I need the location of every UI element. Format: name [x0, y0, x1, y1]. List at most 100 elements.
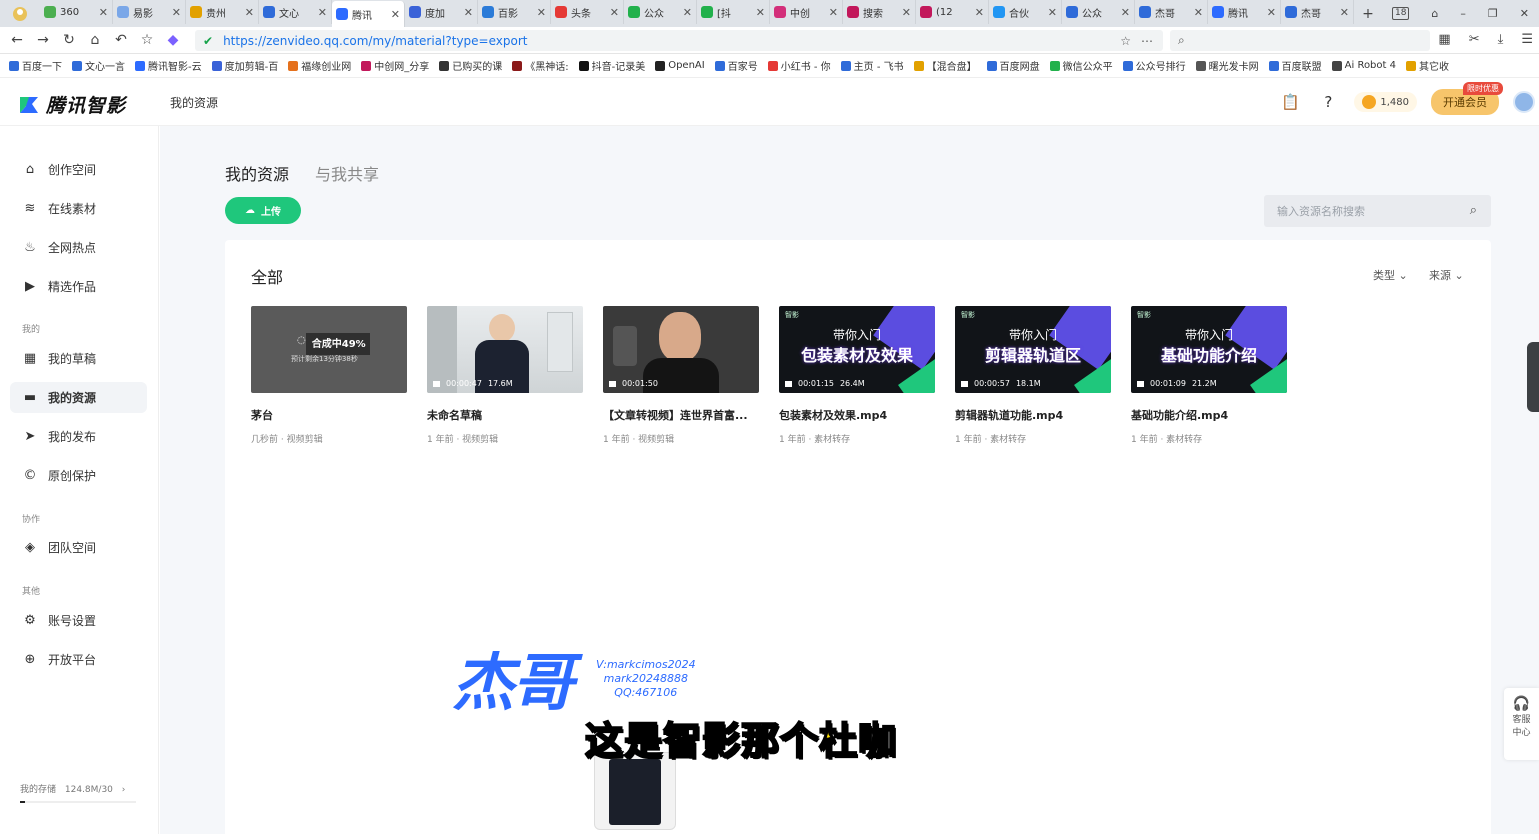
bookmark-item[interactable]: 已购买的课: [436, 58, 505, 73]
side-drawer-handle[interactable]: [1527, 342, 1539, 412]
close-tab-icon[interactable]: ✕: [318, 6, 327, 19]
tab-my-resources[interactable]: 我的资源: [225, 161, 289, 185]
customer-service-button[interactable]: 🎧 客服 中心: [1504, 688, 1539, 760]
sidebar-item-team-space[interactable]: ◈ 团队空间: [10, 532, 147, 563]
card-thumbnail[interactable]: 智影 带你入门 剪辑器轨道区 00:00:57 18.1M: [955, 306, 1111, 393]
close-tab-icon[interactable]: ✕: [172, 6, 181, 19]
bookmark-item[interactable]: 主页 - 飞书: [838, 58, 907, 73]
browser-tab[interactable]: 文心 ✕: [259, 0, 332, 24]
sidebar-item-online-assets[interactable]: ≋ 在线素材: [10, 193, 147, 224]
browser-tab[interactable]: 贵州 ✕: [186, 0, 259, 24]
filter-source-dropdown[interactable]: 来源 ⌄: [1429, 267, 1464, 283]
browser-tab[interactable]: 度加 ✕: [405, 0, 478, 24]
close-tab-icon[interactable]: ✕: [975, 6, 984, 19]
close-tab-icon[interactable]: ✕: [1194, 6, 1203, 19]
sidebar-item-featured-works[interactable]: ▶ 精选作品: [10, 271, 147, 302]
card-title[interactable]: 剪辑器轨道功能.mp4: [955, 407, 1111, 423]
card-title[interactable]: 包装素材及效果.mp4: [779, 407, 935, 423]
undo-icon[interactable]: ↶: [108, 32, 134, 48]
resource-search-input[interactable]: 输入资源名称搜索 ⌕: [1264, 195, 1491, 227]
bookmark-item[interactable]: 抖音-记录美: [576, 58, 649, 73]
task-clipboard-icon[interactable]: 📋: [1278, 90, 1302, 114]
bookmark-item[interactable]: OpenAI: [652, 60, 708, 71]
download-icon[interactable]: ⤓: [1498, 32, 1504, 47]
close-tab-icon[interactable]: ✕: [464, 6, 473, 19]
bookmark-item[interactable]: 百度联盟: [1266, 58, 1325, 73]
browser-tab[interactable]: 中创 ✕: [770, 0, 843, 24]
shirt-icon[interactable]: ⌂: [1431, 7, 1438, 20]
resource-card[interactable]: 00:00:47 17.6M 未命名草稿 1 年前 · 视频剪辑: [427, 306, 583, 445]
minimize-icon[interactable]: –: [1460, 7, 1466, 20]
close-tab-icon[interactable]: ✕: [683, 6, 692, 19]
vip-button[interactable]: 开通会员 限时优惠: [1431, 82, 1503, 115]
close-tab-icon[interactable]: ✕: [610, 6, 619, 19]
bookmark-item[interactable]: 小红书 - 你: [765, 58, 834, 73]
tab-shared-with-me[interactable]: 与我共享: [315, 161, 379, 185]
browser-tab[interactable]: 公众 ✕: [624, 0, 697, 24]
card-title[interactable]: 基础功能介绍.mp4: [1131, 407, 1287, 423]
bookmark-item[interactable]: 公众号排行: [1120, 58, 1189, 73]
bookmark-item[interactable]: Ai Robot 4: [1329, 60, 1399, 71]
browser-tab[interactable]: 百影 ✕: [478, 0, 551, 24]
card-title[interactable]: 【文章转视频】连世界首富...: [603, 407, 759, 423]
sidebar-item-workspace[interactable]: ⌂ 创作空间: [10, 154, 147, 185]
sidebar-item-open-platform[interactable]: ⊕ 开放平台: [10, 644, 147, 675]
bookmark-item[interactable]: 百家号: [712, 58, 761, 73]
close-tab-icon[interactable]: ✕: [829, 6, 838, 19]
card-thumbnail[interactable]: 00:00:47 17.6M: [427, 306, 583, 393]
browser-tab[interactable]: 杰哥 ✕: [1281, 0, 1354, 24]
back-icon[interactable]: ←: [4, 32, 30, 48]
bookmark-item[interactable]: 福缘创业网: [285, 58, 354, 73]
browser-tab[interactable]: 头条 ✕: [551, 0, 624, 24]
browser-tab[interactable]: 腾讯 ✕: [332, 1, 405, 27]
browser-tab[interactable]: 合伙 ✕: [989, 0, 1062, 24]
sidebar-item-hot-topics[interactable]: ♨ 全网热点: [10, 232, 147, 263]
browser-profile-icon[interactable]: [0, 6, 40, 22]
bookmark-item[interactable]: 度加剪辑-百: [209, 58, 282, 73]
browser-tab[interactable]: 搜索 ✕: [843, 0, 916, 24]
close-tab-icon[interactable]: ✕: [756, 6, 765, 19]
card-thumbnail[interactable]: 智影 带你入门 包装素材及效果 00:01:15 26.4M: [779, 306, 935, 393]
url-text[interactable]: https://zenvideo.qq.com/my/material?type…: [223, 34, 527, 48]
browser-tab[interactable]: [抖 ✕: [697, 0, 770, 24]
storage-info[interactable]: 我的存储 124.8M/30 ›: [20, 782, 125, 795]
resource-card[interactable]: 00:01:50 【文章转视频】连世界首富... 1 年前 · 视频剪辑: [603, 306, 759, 445]
card-title[interactable]: 未命名草稿: [427, 407, 583, 423]
sidebar-item-account-settings[interactable]: ⚙ 账号设置: [10, 605, 147, 636]
close-tab-icon[interactable]: ✕: [537, 6, 546, 19]
card-thumbnail[interactable]: ◌ 合成中49% 预计剩余13分钟38秒: [251, 306, 407, 393]
card-thumbnail[interactable]: 00:01:50: [603, 306, 759, 393]
close-tab-icon[interactable]: ✕: [902, 6, 911, 19]
browser-tab[interactable]: 易影 ✕: [113, 0, 186, 24]
browser-tab[interactable]: 腾讯 ✕: [1208, 0, 1281, 24]
browser-tab[interactable]: 公众 ✕: [1062, 0, 1135, 24]
close-window-icon[interactable]: ✕: [1520, 7, 1529, 20]
close-tab-icon[interactable]: ✕: [391, 8, 400, 21]
more-icon[interactable]: ⋯: [1141, 34, 1153, 48]
new-tab-button[interactable]: +: [1354, 6, 1382, 22]
favorites-icon[interactable]: ☆: [134, 32, 160, 48]
close-tab-icon[interactable]: ✕: [99, 6, 108, 19]
menu-icon[interactable]: ☰: [1521, 32, 1533, 47]
resource-card[interactable]: 智影 带你入门 基础功能介绍 00:01:09 21.2M 基础功能介绍.mp4 …: [1131, 306, 1287, 445]
resource-card[interactable]: 智影 带你入门 剪辑器轨道区 00:00:57 18.1M 剪辑器轨道功能.mp4…: [955, 306, 1111, 445]
browser-tab[interactable]: (12 ✕: [916, 0, 989, 24]
bookmark-star-icon[interactable]: ☆: [1120, 34, 1131, 48]
upload-button[interactable]: ☁ 上传: [225, 197, 301, 224]
sidebar-item-my-drafts[interactable]: ▦ 我的草稿: [10, 343, 147, 374]
filter-type-dropdown[interactable]: 类型 ⌄: [1373, 267, 1408, 283]
bookmark-item[interactable]: 【混合盘】: [911, 58, 980, 73]
extension-icon[interactable]: ◆: [160, 32, 186, 48]
bookmark-item[interactable]: 文心一言: [69, 58, 128, 73]
search-icon[interactable]: ⌕: [1470, 203, 1477, 218]
forward-icon[interactable]: →: [30, 32, 56, 48]
card-thumbnail[interactable]: 智影 带你入门 基础功能介绍 00:01:09 21.2M: [1131, 306, 1287, 393]
app-logo[interactable]: 腾讯智影: [18, 91, 126, 118]
apps-grid-icon[interactable]: ▦: [1438, 32, 1450, 47]
help-icon[interactable]: ?: [1316, 90, 1340, 114]
bookmark-item[interactable]: 《黑神话:: [509, 58, 571, 73]
close-tab-icon[interactable]: ✕: [245, 6, 254, 19]
resource-card[interactable]: 智影 带你入门 包装素材及效果 00:01:15 26.4M 包装素材及效果.mp…: [779, 306, 935, 445]
browser-search-field[interactable]: ⌕: [1170, 30, 1430, 51]
resource-card[interactable]: ◌ 合成中49% 预计剩余13分钟38秒 茅台 几秒前 · 视频剪辑: [251, 306, 407, 445]
